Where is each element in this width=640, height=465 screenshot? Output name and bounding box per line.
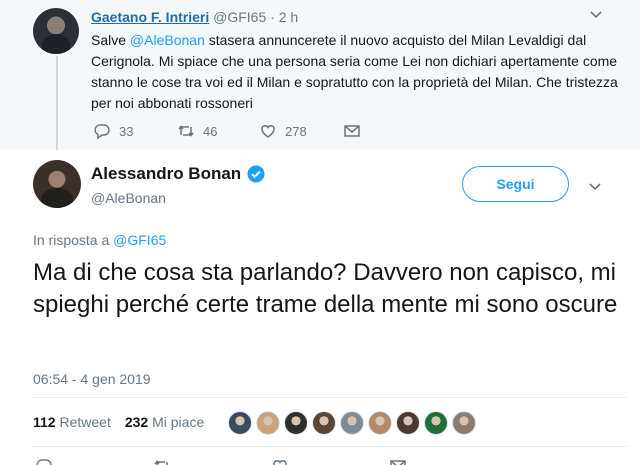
- author-handle[interactable]: @AleBonan: [91, 190, 166, 206]
- reply-icon: [94, 124, 110, 140]
- direct-message-button[interactable]: [343, 122, 361, 140]
- retweet-button[interactable]: 46: [177, 122, 259, 140]
- heart-icon[interactable]: [271, 457, 289, 465]
- parent-author-name[interactable]: Gaetano F. Intrieri: [91, 9, 209, 25]
- reply-button[interactable]: 33: [93, 122, 177, 140]
- parent-header: Gaetano F. Intrieri @GFI65 · 2 h: [91, 9, 298, 25]
- parent-author-handle[interactable]: @GFI65: [213, 9, 266, 25]
- author-avatar[interactable]: [33, 160, 81, 208]
- tweet-stats: 112 Retweet 232 Mi piace: [33, 414, 204, 430]
- liker-avatar[interactable]: [256, 411, 280, 435]
- liker-avatar[interactable]: [340, 411, 364, 435]
- liker-avatar[interactable]: [424, 411, 448, 435]
- chevron-down-icon[interactable]: [587, 178, 603, 194]
- parent-time[interactable]: 2 h: [279, 9, 298, 25]
- retweet-icon[interactable]: [153, 457, 171, 465]
- liker-avatar[interactable]: [396, 411, 420, 435]
- author-name-row[interactable]: Alessandro Bonan: [91, 164, 265, 184]
- divider: [33, 446, 627, 447]
- tweet-text: Ma di che cosa sta parlando? Davvero non…: [33, 259, 618, 318]
- parent-action-bar: 33 46 278: [93, 122, 361, 140]
- retweet-stat[interactable]: 112 Retweet: [33, 414, 111, 430]
- reply-to-link[interactable]: @GFI65: [113, 232, 166, 248]
- reply-prefix: In risposta a: [33, 232, 114, 248]
- divider: [33, 397, 627, 398]
- parent-tweet-text: Salve @AleBonan stasera annuncerete il n…: [91, 30, 621, 114]
- envelope-icon: [344, 125, 360, 137]
- chevron-down-icon[interactable]: [588, 6, 604, 22]
- like-count: 278: [285, 123, 307, 139]
- envelope-icon[interactable]: [389, 457, 407, 465]
- parent-avatar[interactable]: [33, 8, 79, 54]
- liker-avatar[interactable]: [228, 411, 252, 435]
- retweet-icon: [178, 125, 194, 137]
- parent-text-before: Salve: [91, 32, 130, 48]
- like-stat-count: 232: [124, 414, 149, 430]
- like-stat-label: Mi piace: [152, 414, 205, 430]
- reply-context: In risposta a @GFI65: [33, 232, 166, 248]
- retweet-stat-count: 112: [33, 414, 56, 430]
- tweet-timestamp[interactable]: 06:54 - 4 gen 2019: [33, 371, 151, 387]
- parent-mention-link[interactable]: @AleBonan: [130, 32, 205, 48]
- tweet-action-bar: [35, 457, 407, 465]
- follow-button[interactable]: Segui: [462, 166, 569, 202]
- liker-avatar[interactable]: [452, 411, 476, 435]
- reply-icon[interactable]: [35, 457, 53, 465]
- liker-avatar[interactable]: [312, 411, 336, 435]
- parent-separator: ·: [270, 9, 275, 25]
- liker-avatar[interactable]: [368, 411, 392, 435]
- parent-tweet[interactable]: Gaetano F. Intrieri @GFI65 · 2 h Salve @…: [0, 0, 640, 150]
- verified-badge-icon: [247, 165, 265, 183]
- liker-avatar[interactable]: [284, 411, 308, 435]
- liker-avatars: [228, 411, 476, 435]
- heart-icon: [261, 125, 275, 138]
- author-name[interactable]: Alessandro Bonan: [91, 164, 241, 184]
- like-button[interactable]: 278: [259, 122, 343, 140]
- reply-count: 33: [119, 123, 134, 139]
- retweet-count: 46: [203, 123, 218, 139]
- thread-line: [56, 56, 58, 150]
- retweet-stat-label: Retweet: [59, 414, 111, 430]
- like-stat[interactable]: 232 Mi piace: [125, 414, 204, 430]
